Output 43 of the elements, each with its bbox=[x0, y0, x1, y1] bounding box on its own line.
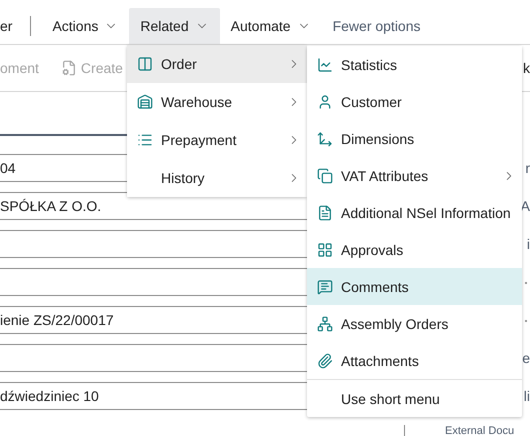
field-label: e bbox=[522, 350, 530, 366]
menu-item[interactable]: Warehouse bbox=[127, 83, 307, 121]
list-icon bbox=[137, 132, 153, 148]
menu-item[interactable]: VAT Attributes bbox=[307, 157, 522, 194]
field-label: li bbox=[524, 388, 530, 404]
menu-item[interactable]: Comments bbox=[307, 268, 522, 305]
menu-item[interactable]: Assembly Orders bbox=[307, 305, 522, 342]
axes-icon bbox=[317, 130, 333, 146]
chart-icon bbox=[317, 56, 333, 72]
menu-tab[interactable]: Actions bbox=[41, 8, 130, 44]
action-label: k bbox=[523, 60, 530, 76]
menu-tab[interactable]: Fewer options bbox=[322, 8, 432, 44]
menu-item[interactable]: Customer bbox=[307, 83, 522, 120]
menu-item[interactable]: Use short menu bbox=[307, 380, 522, 417]
person-icon bbox=[317, 94, 333, 110]
grid-icon bbox=[317, 242, 333, 258]
input-field[interactable] bbox=[0, 268, 307, 296]
input-field[interactable] bbox=[0, 230, 307, 258]
menu-item[interactable]: Prepayment bbox=[127, 121, 307, 159]
document-icon bbox=[317, 204, 333, 220]
input-field[interactable]: ienie ZS/22/00017 bbox=[0, 306, 307, 334]
menu-tab[interactable]: Automate bbox=[220, 8, 322, 44]
menu-item[interactable]: Attachments bbox=[307, 342, 522, 379]
input-field[interactable] bbox=[0, 344, 307, 372]
field-label: i bbox=[526, 236, 530, 252]
pages-icon bbox=[317, 168, 333, 184]
menu-item[interactable]: Statistics bbox=[307, 46, 522, 83]
document-gear-icon bbox=[60, 60, 77, 76]
field-label: External Docu bbox=[445, 426, 514, 436]
menu-item[interactable]: History bbox=[127, 159, 307, 197]
menu-item[interactable]: Order bbox=[127, 45, 307, 83]
input-field[interactable]: dźwiedziniec 10 bbox=[0, 382, 307, 410]
menu-item[interactable]: Additional NSel Information bbox=[307, 194, 522, 231]
comment-icon bbox=[317, 278, 333, 294]
menu-tab[interactable]: Related bbox=[129, 8, 220, 44]
columns-icon bbox=[137, 56, 153, 72]
field-label: r bbox=[525, 160, 530, 176]
paperclip-icon bbox=[317, 352, 333, 368]
hierarchy-icon bbox=[317, 316, 333, 332]
menu-item[interactable]: Approvals bbox=[307, 231, 522, 268]
menu-item[interactable]: Dimensions bbox=[307, 120, 522, 157]
warehouse-icon bbox=[137, 94, 153, 110]
menu-tab[interactable]: er bbox=[0, 8, 20, 44]
